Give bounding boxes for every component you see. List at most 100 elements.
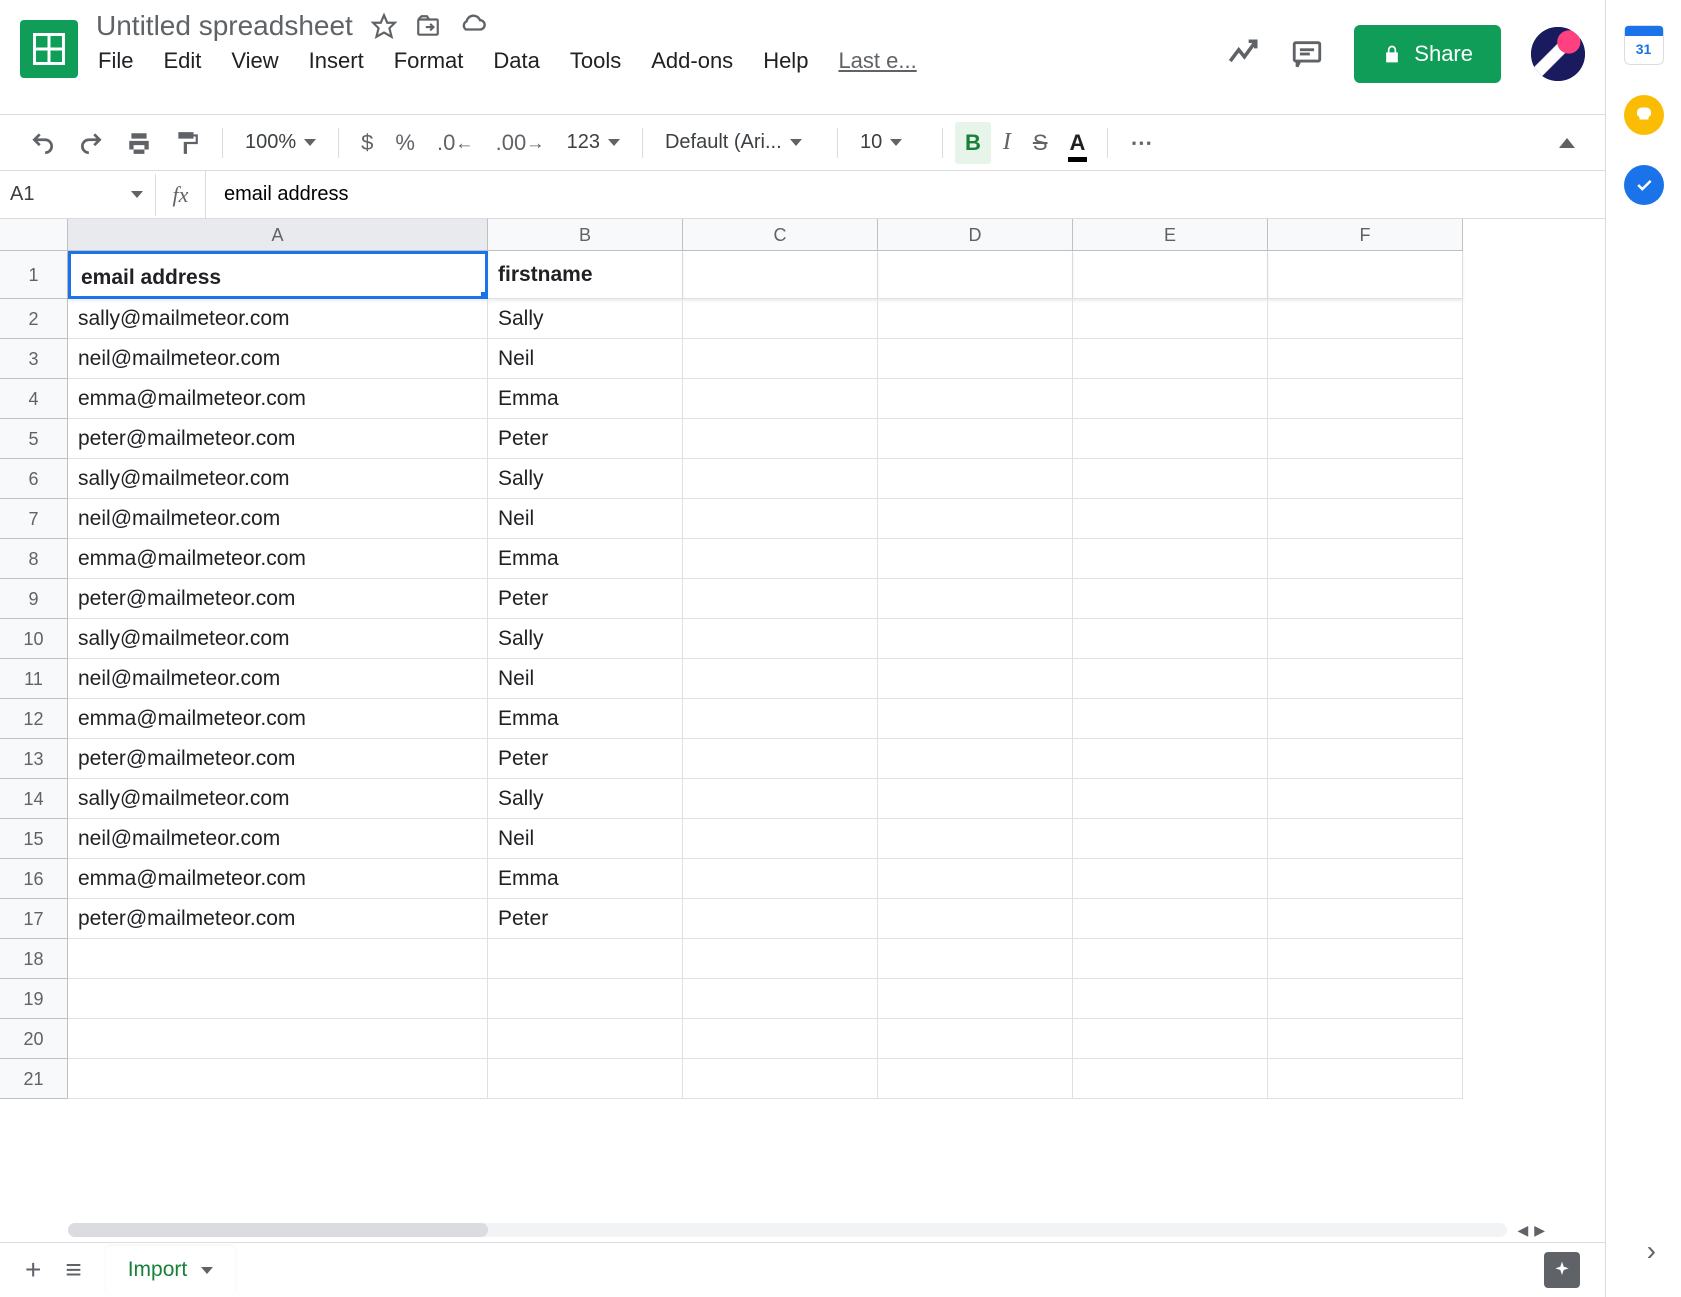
column-header[interactable]: A (68, 219, 488, 251)
menu-file[interactable]: File (98, 48, 133, 74)
row-header[interactable]: 18 (0, 939, 68, 979)
cell[interactable] (1268, 299, 1463, 339)
cell[interactable] (1073, 251, 1268, 299)
row-header[interactable]: 1 (0, 251, 68, 299)
font-selector[interactable]: Default (Ari... (655, 131, 825, 154)
cell[interactable]: Neil (488, 819, 683, 859)
cell[interactable]: Emma (488, 379, 683, 419)
cell[interactable] (878, 379, 1073, 419)
cell[interactable]: peter@mailmeteor.com (68, 419, 488, 459)
cell[interactable] (683, 779, 878, 819)
select-all-corner[interactable] (0, 219, 68, 251)
row-header[interactable]: 7 (0, 499, 68, 539)
row-header[interactable]: 6 (0, 459, 68, 499)
cell[interactable] (683, 251, 878, 299)
cell[interactable] (878, 699, 1073, 739)
formula-input[interactable] (205, 171, 1605, 218)
italic-button[interactable]: I (993, 121, 1021, 164)
cell[interactable] (1268, 699, 1463, 739)
cell[interactable] (68, 1059, 488, 1099)
cell[interactable] (683, 1059, 878, 1099)
activity-icon[interactable] (1226, 37, 1260, 71)
cell[interactable] (68, 1019, 488, 1059)
column-header[interactable]: B (488, 219, 683, 251)
column-header[interactable]: E (1073, 219, 1268, 251)
cell[interactable]: Peter (488, 579, 683, 619)
cell[interactable]: Peter (488, 419, 683, 459)
last-edit-link[interactable]: Last e... (838, 48, 916, 74)
decrease-decimal-button[interactable]: .0← (427, 122, 484, 164)
cell[interactable] (878, 819, 1073, 859)
cell[interactable]: Sally (488, 459, 683, 499)
cell[interactable] (1073, 779, 1268, 819)
menu-edit[interactable]: Edit (163, 48, 201, 74)
cell[interactable] (1073, 859, 1268, 899)
cell[interactable]: Emma (488, 699, 683, 739)
cell[interactable] (683, 539, 878, 579)
cell[interactable]: sally@mailmeteor.com (68, 619, 488, 659)
cell[interactable] (683, 619, 878, 659)
row-header[interactable]: 20 (0, 1019, 68, 1059)
cell[interactable] (878, 459, 1073, 499)
more-toolbar-button[interactable]: ⋯ (1120, 122, 1165, 164)
cell[interactable] (683, 299, 878, 339)
cell[interactable] (1073, 899, 1268, 939)
cell[interactable] (1073, 659, 1268, 699)
collapse-toolbar-button[interactable] (1549, 130, 1585, 156)
horizontal-scrollbar[interactable]: ◀▶ (0, 1218, 1605, 1242)
cell[interactable] (1073, 499, 1268, 539)
cell[interactable] (1268, 979, 1463, 1019)
cell[interactable] (1268, 619, 1463, 659)
name-box[interactable]: A1 (0, 183, 155, 206)
cell[interactable] (878, 939, 1073, 979)
cell[interactable] (1073, 299, 1268, 339)
menu-view[interactable]: View (231, 48, 278, 74)
increase-decimal-button[interactable]: .00→ (486, 122, 555, 164)
cell[interactable] (1073, 379, 1268, 419)
paint-format-button[interactable] (164, 122, 210, 164)
cell[interactable] (683, 499, 878, 539)
comments-icon[interactable] (1290, 37, 1324, 71)
cell[interactable] (683, 739, 878, 779)
text-color-button[interactable]: A (1060, 122, 1096, 164)
cell[interactable] (683, 979, 878, 1019)
cell[interactable] (1268, 819, 1463, 859)
cell[interactable] (1268, 939, 1463, 979)
row-header[interactable]: 3 (0, 339, 68, 379)
add-sheet-button[interactable]: + (25, 1254, 41, 1286)
cell[interactable] (683, 899, 878, 939)
cell[interactable] (683, 699, 878, 739)
row-header[interactable]: 11 (0, 659, 68, 699)
cell[interactable]: Sally (488, 299, 683, 339)
cell[interactable] (1073, 699, 1268, 739)
row-header[interactable]: 4 (0, 379, 68, 419)
cell[interactable] (488, 1059, 683, 1099)
strikethrough-button[interactable]: S (1023, 122, 1058, 164)
cell[interactable] (1268, 899, 1463, 939)
cell[interactable]: emma@mailmeteor.com (68, 859, 488, 899)
cell[interactable]: Emma (488, 539, 683, 579)
cell[interactable] (683, 419, 878, 459)
cell[interactable]: peter@mailmeteor.com (68, 739, 488, 779)
sheets-logo[interactable] (20, 20, 78, 78)
sheet-tab-import[interactable]: Import (106, 1246, 236, 1294)
cell[interactable] (1268, 779, 1463, 819)
cell[interactable] (683, 819, 878, 859)
cell[interactable]: emma@mailmeteor.com (68, 379, 488, 419)
cell[interactable] (878, 339, 1073, 379)
cell[interactable] (1073, 939, 1268, 979)
cell[interactable] (878, 1059, 1073, 1099)
column-header[interactable]: F (1268, 219, 1463, 251)
cell[interactable]: firstname (488, 251, 683, 299)
cell[interactable] (68, 939, 488, 979)
cell[interactable]: neil@mailmeteor.com (68, 339, 488, 379)
cell[interactable] (488, 979, 683, 1019)
cell[interactable]: Sally (488, 779, 683, 819)
cell[interactable] (878, 419, 1073, 459)
cell[interactable] (1268, 659, 1463, 699)
share-button[interactable]: Share (1354, 25, 1501, 83)
cell[interactable] (1268, 1059, 1463, 1099)
cell[interactable] (1268, 539, 1463, 579)
cell[interactable] (1268, 379, 1463, 419)
cell[interactable]: sally@mailmeteor.com (68, 299, 488, 339)
